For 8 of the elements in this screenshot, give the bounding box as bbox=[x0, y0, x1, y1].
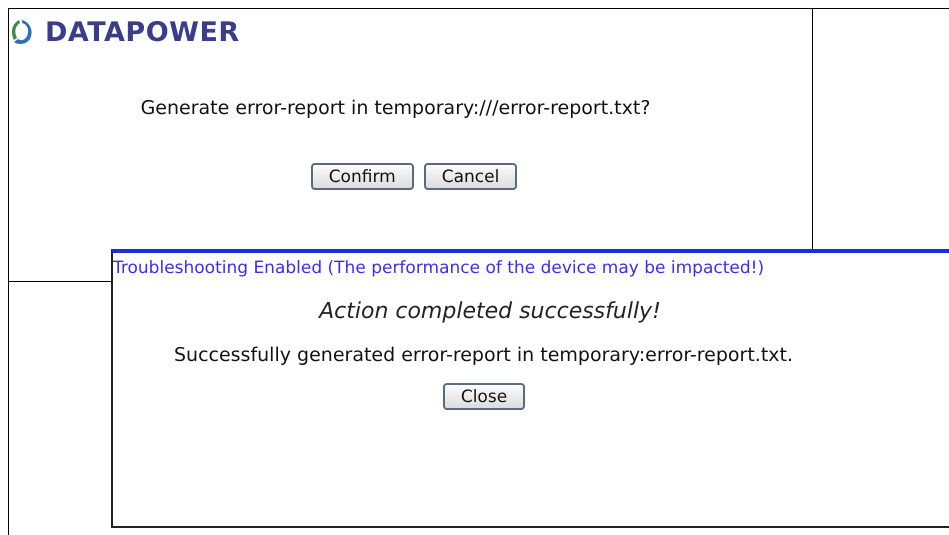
close-button[interactable]: Close bbox=[442, 383, 526, 410]
cancel-button[interactable]: Cancel bbox=[424, 163, 518, 190]
confirm-message: Generate error-report in temporary:///error-report.txt? bbox=[140, 97, 652, 119]
warning-text: Troubleshooting Enabled (The performance of the device may be impacted!) bbox=[113, 258, 764, 278]
logo-text: DATAPOWER bbox=[45, 16, 240, 48]
confirm-button[interactable]: Confirm bbox=[310, 163, 414, 190]
result-title: Action completed successfully! bbox=[319, 299, 661, 324]
result-message: Successfully generated error-report in temporary:error-report.txt. bbox=[174, 344, 794, 366]
